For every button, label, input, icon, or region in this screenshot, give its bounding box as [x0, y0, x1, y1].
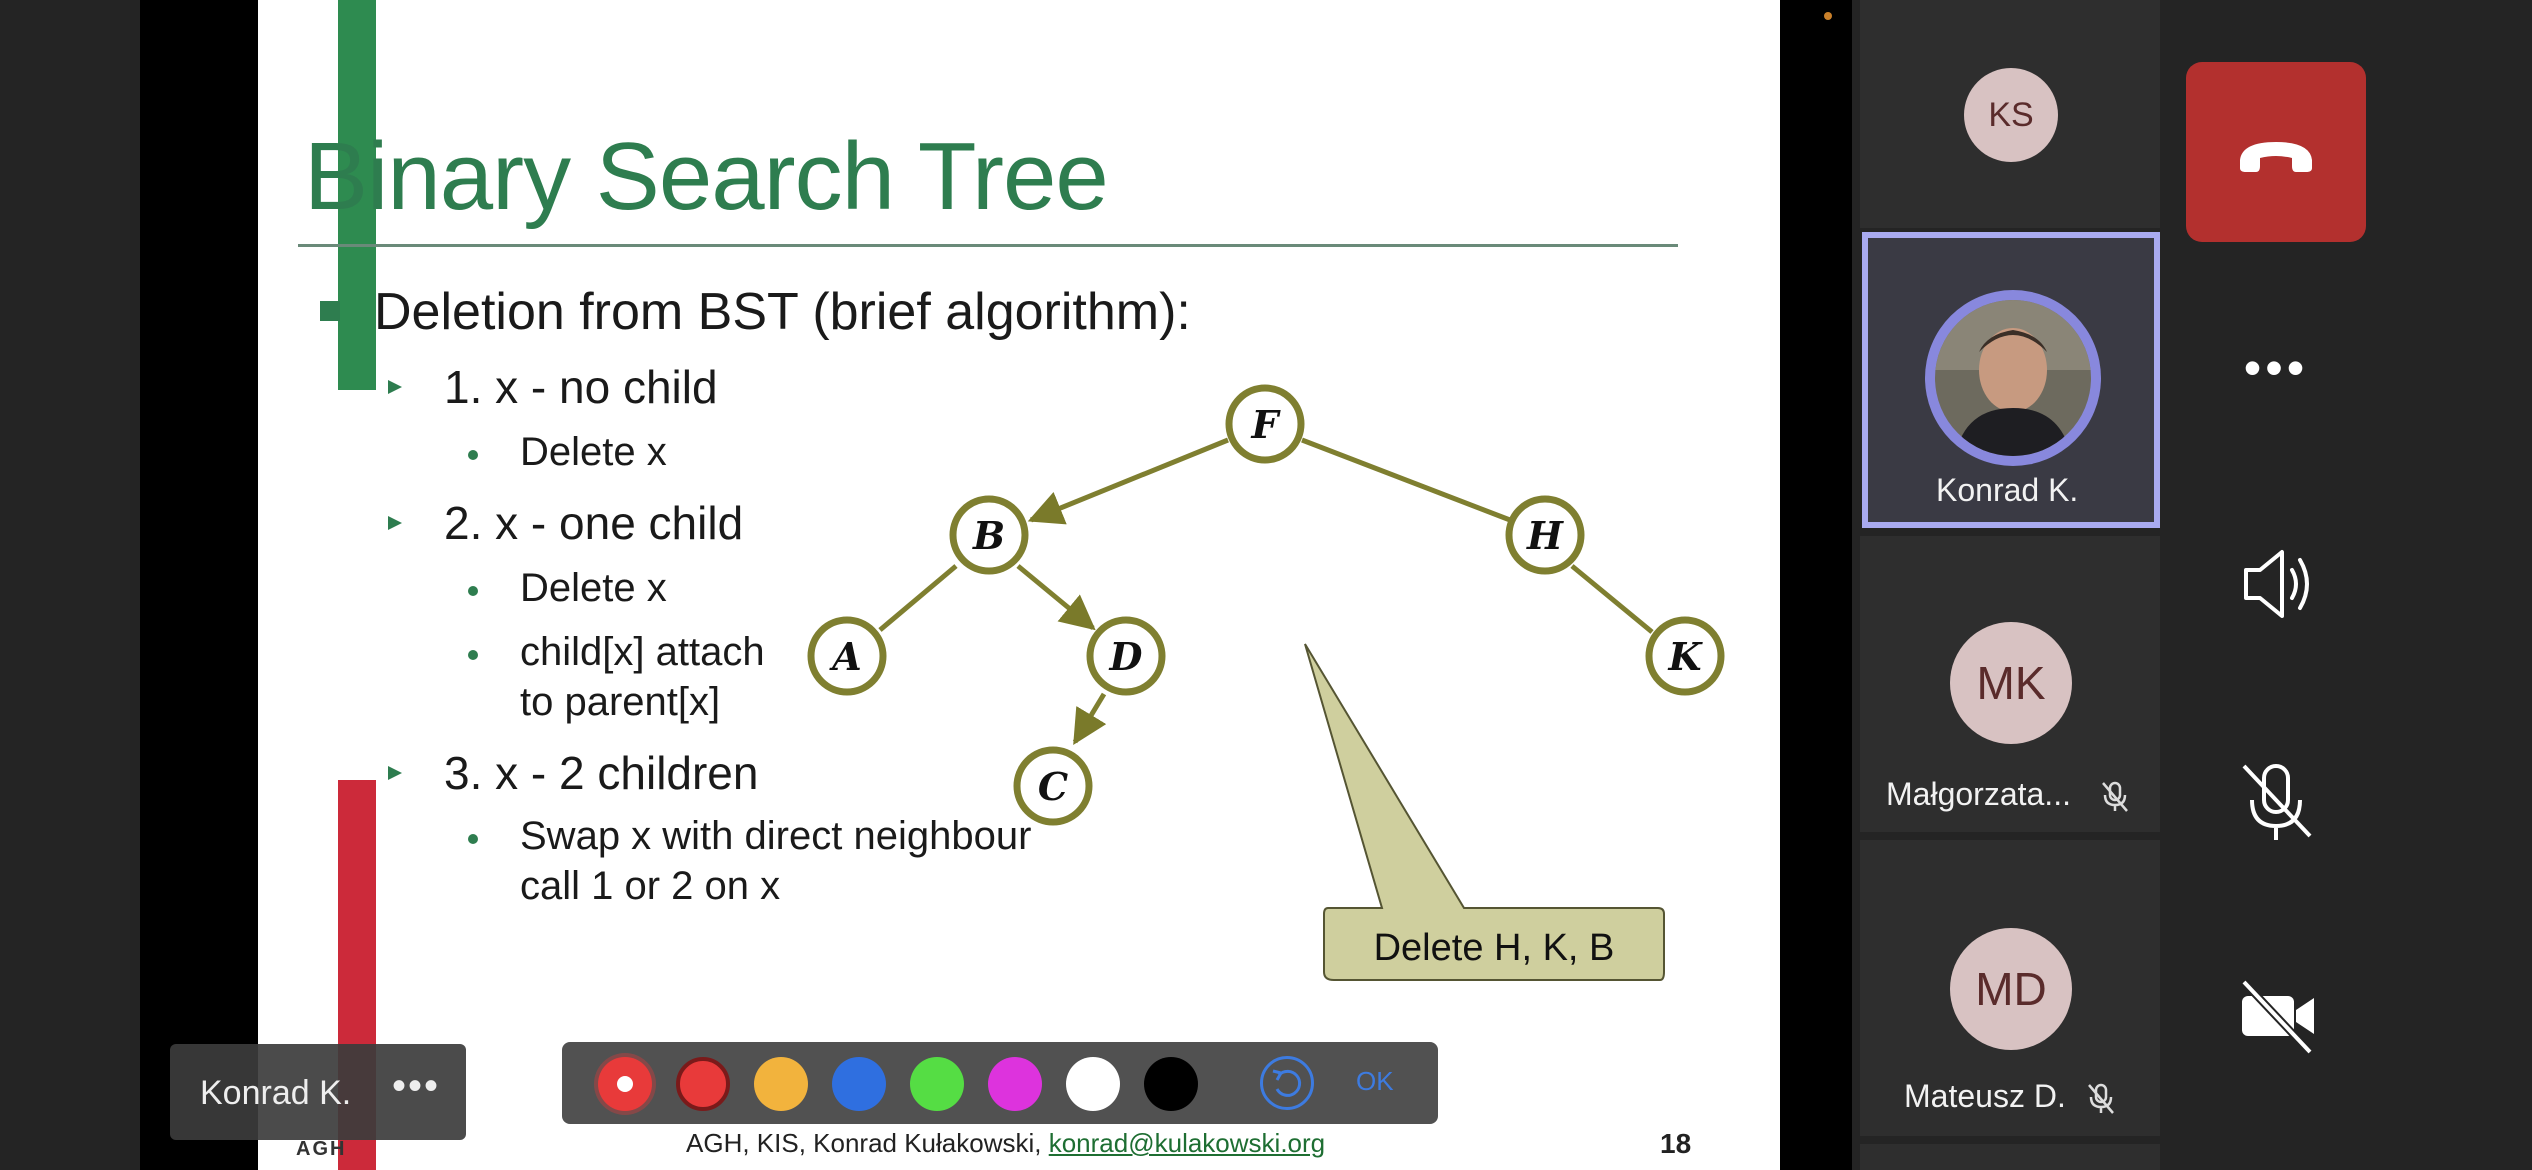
- tree-node-k-label: K: [1667, 634, 1703, 679]
- avatar: [1935, 300, 2091, 456]
- presentation-slide: Binary Search Tree Deletion from BST (br…: [258, 0, 1780, 1170]
- mic-off-icon: [2242, 764, 2312, 840]
- tree-node-c-label: C: [1038, 764, 1068, 809]
- tree-node-d-label: D: [1109, 634, 1143, 679]
- presenter-more-icon[interactable]: •••: [392, 1064, 440, 1109]
- avatar: KS: [1964, 68, 2058, 162]
- annotation-toolbar: OK: [562, 1042, 1438, 1124]
- participant-tile-active-speaker[interactable]: Konrad K.: [1862, 232, 2160, 528]
- participant-name: Mateusz D.: [1904, 1078, 2066, 1114]
- tree-edges: [878, 437, 1654, 745]
- end-call-button[interactable]: [2186, 62, 2366, 242]
- bst-diagram: F B H A D K C Delete H, K, B: [807, 384, 1725, 981]
- participant-tile-partial[interactable]: [1860, 1144, 2160, 1170]
- edge-b-a: [878, 564, 958, 632]
- laser-dot-icon: [617, 1076, 633, 1092]
- muted-mic-icon: [2102, 781, 2128, 812]
- footer-credits: AGH, KIS, Konrad Kułakowski, konrad@kula…: [686, 1128, 1325, 1159]
- color-blue[interactable]: [832, 1057, 886, 1111]
- color-black[interactable]: [1144, 1057, 1198, 1111]
- color-white[interactable]: [1066, 1057, 1120, 1111]
- tree-node-h-label: H: [1526, 513, 1564, 558]
- color-green[interactable]: [910, 1057, 964, 1111]
- participant-tile-md[interactable]: MD Mateusz D.: [1860, 840, 2160, 1136]
- speaking-indicator-ring: [1925, 290, 2101, 466]
- color-magenta[interactable]: [988, 1057, 1042, 1111]
- camera-button[interactable]: [2186, 926, 2366, 1106]
- camera-off-icon: [2241, 979, 2314, 1055]
- edge-f-b: [1027, 437, 1229, 525]
- laser-pointer-tool[interactable]: [598, 1057, 652, 1111]
- recording-dot-icon: [1824, 12, 1832, 20]
- color-red[interactable]: [676, 1057, 730, 1111]
- mute-microphone-button[interactable]: [2186, 710, 2366, 890]
- presenter-chip[interactable]: Konrad K. •••: [170, 1044, 466, 1140]
- participant-tile-ks[interactable]: KS: [1860, 0, 2160, 228]
- tree-node-b-label: B: [972, 513, 1005, 558]
- edge-d-c: [1072, 692, 1107, 745]
- footer-text: AGH, KIS, Konrad Kułakowski,: [686, 1128, 1042, 1158]
- color-yellow[interactable]: [754, 1057, 808, 1111]
- shared-screen: Binary Search Tree Deletion from BST (br…: [140, 0, 1852, 1170]
- more-options-button[interactable]: •••: [2186, 278, 2366, 458]
- callout-text: Delete H, K, B: [1374, 927, 1615, 969]
- participant-tile-mk[interactable]: MK Małgorzata...: [1860, 536, 2160, 832]
- slide-number: 18: [1660, 1128, 1692, 1159]
- participant-name: Małgorzata...: [1886, 776, 2071, 812]
- undo-icon[interactable]: [1260, 1056, 1314, 1110]
- edge-f-h: [1301, 437, 1511, 523]
- meeting-window: Binary Search Tree Deletion from BST (br…: [0, 0, 2532, 1170]
- avatar: MK: [1950, 622, 2072, 744]
- hang-up-icon: [2240, 142, 2312, 172]
- tree-node-f-label: F: [1251, 402, 1282, 447]
- avatar: MD: [1950, 928, 2072, 1050]
- participant-name: Konrad K.: [1936, 472, 2079, 508]
- presenter-name: Konrad K.: [200, 1074, 352, 1112]
- muted-mic-icon: [2088, 1083, 2114, 1114]
- footer-email-link[interactable]: konrad@kulakowski.org: [1049, 1128, 1325, 1158]
- footer-logo: AGH: [296, 1138, 347, 1160]
- ok-button[interactable]: OK: [1356, 1066, 1394, 1097]
- edge-b-d: [1016, 564, 1096, 631]
- speaker-icon: [2244, 550, 2309, 618]
- edge-h-k: [1570, 564, 1654, 634]
- speaker-button[interactable]: [2186, 494, 2366, 674]
- tree-node-a-label: A: [829, 634, 861, 679]
